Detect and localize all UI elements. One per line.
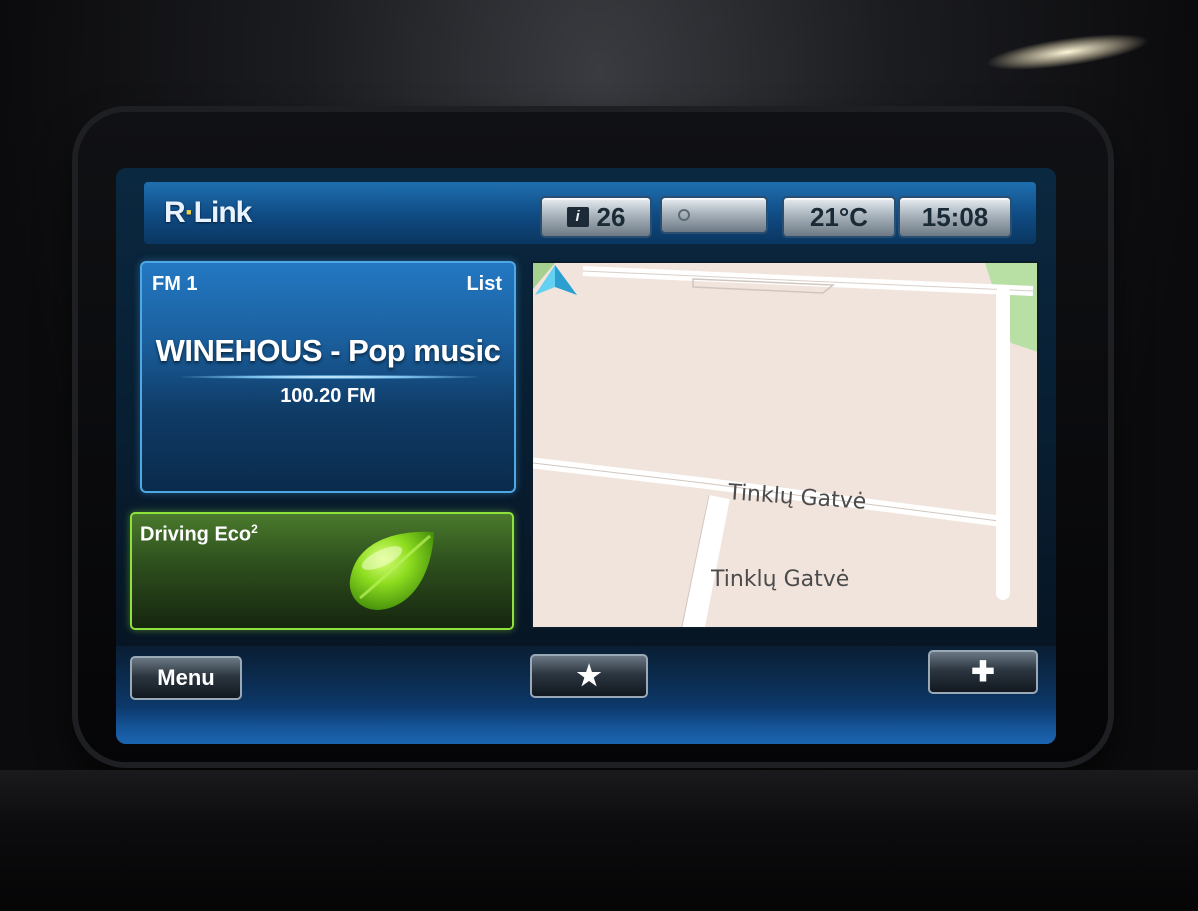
temperature-button[interactable]: 21°C [782, 196, 896, 238]
driving-eco-widget[interactable]: Driving Eco2 [130, 512, 514, 630]
radio-frequency: 100.20 FM [280, 385, 376, 407]
navigation-map[interactable]: Tinklų Gatvė Tinklų Gatvė [531, 261, 1039, 629]
notifications-button[interactable]: i 26 [540, 196, 652, 238]
menu-button[interactable]: Menu [130, 656, 242, 700]
connectivity-button[interactable] [660, 196, 768, 234]
dashboard-lower-trim [0, 770, 1198, 910]
brand-logo: R·Link [164, 196, 252, 229]
driving-eco-title: Driving Eco2 [140, 522, 258, 546]
info-icon: i [566, 207, 589, 227]
radio-band: FM 1 [152, 273, 198, 295]
notifications-count: 26 [596, 201, 626, 232]
street-label: Tinklų Gatvė [711, 567, 850, 592]
clock-value: 15:08 [921, 201, 989, 232]
toolbar-glow [116, 706, 1056, 744]
bottom-toolbar: Menu ★ ✚ [116, 646, 1056, 744]
infotainment-screen: R·Link i 26 21°C 15:08 FM 1 List WINEHOU… [116, 168, 1056, 744]
add-widget-button[interactable]: ✚ [928, 650, 1038, 694]
connection-status-icon [678, 209, 690, 221]
radio-station-name: WINEHOUS - Pop music [155, 333, 501, 368]
radio-divider [182, 375, 478, 379]
temperature-value: 21°C [809, 201, 869, 232]
current-position-arrow-icon [535, 265, 577, 295]
favorites-button[interactable]: ★ [530, 654, 648, 698]
star-icon: ★ [576, 660, 602, 691]
eco-leaf-icon [349, 531, 434, 610]
clock-button[interactable]: 15:08 [898, 196, 1012, 238]
radio-widget[interactable]: FM 1 List WINEHOUS - Pop music 100.20 FM [140, 261, 516, 493]
radio-list-button[interactable]: List [466, 273, 502, 296]
status-bar: R·Link i 26 21°C 15:08 [144, 182, 1036, 244]
plus-icon: ✚ [971, 656, 995, 687]
